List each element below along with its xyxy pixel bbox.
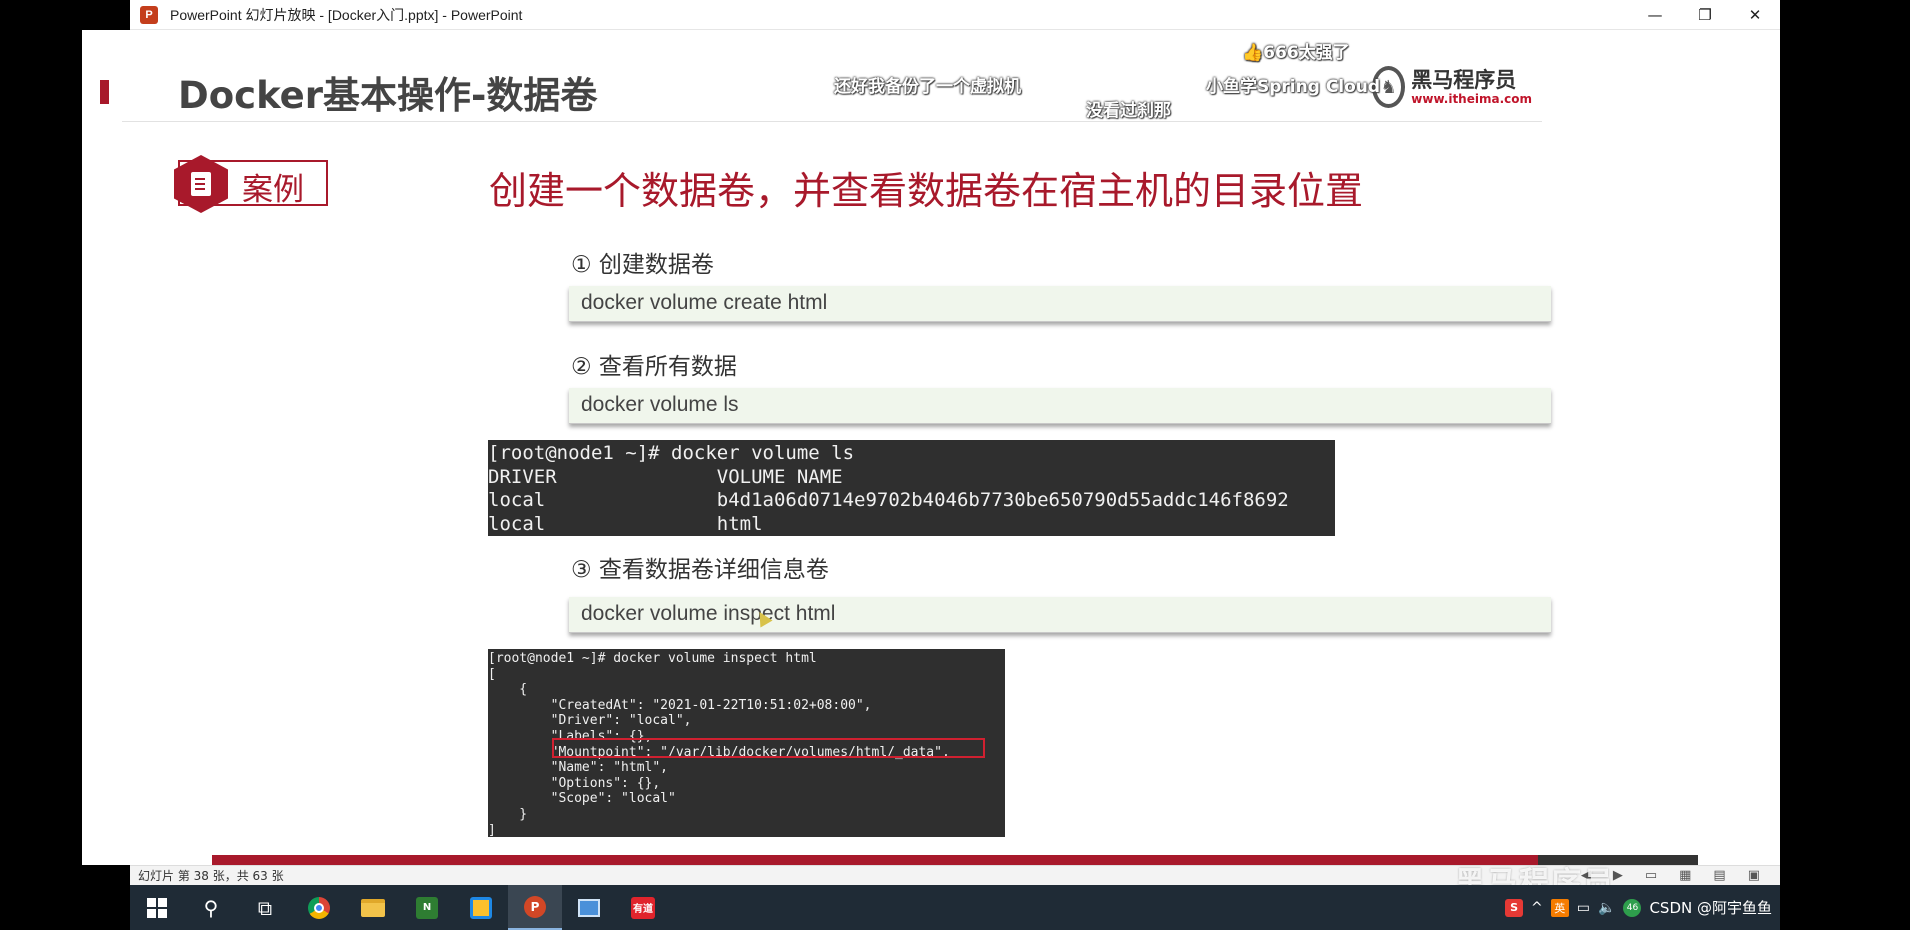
step-3-command-box: docker volume inspect html xyxy=(569,597,1551,633)
taskbar: ⚲ ⧉ N P 有道 S ^ 英 ▭ 🔈 46 CSDN @阿宇鱼鱼 xyxy=(130,885,1780,930)
input-language[interactable]: 英 xyxy=(1550,898,1569,917)
terminal-line: [ xyxy=(488,666,496,682)
step-3-command: docker volume inspect html xyxy=(581,602,836,625)
terminal-line: "Driver": "local", xyxy=(488,713,692,729)
danmaku-comment: 没看过刹那 xyxy=(1086,101,1171,121)
terminal-line: } xyxy=(488,806,528,822)
case-heading: 创建一个数据卷，并查看数据卷在宿主机的目录位置 xyxy=(489,169,1364,213)
slide-accent-red xyxy=(100,80,109,104)
volume-icon[interactable]: 🔈 xyxy=(1598,900,1615,916)
windows-icon xyxy=(147,897,167,918)
logo-name: 黑马程序员 xyxy=(1411,68,1517,92)
step-3-label: ③ 查看数据卷详细信息卷 xyxy=(571,557,829,583)
task-view-icon[interactable]: ⧉ xyxy=(238,885,292,930)
taskbar-youdao[interactable]: 有道 xyxy=(616,885,670,930)
terminal-line: "Options": {}, xyxy=(488,775,661,791)
sorter-view-icon[interactable]: ▦ xyxy=(1679,868,1691,883)
nb-icon: N xyxy=(416,896,438,919)
folder-icon xyxy=(361,898,385,917)
reading-view-icon[interactable]: ▤ xyxy=(1713,868,1725,883)
chrome-icon xyxy=(308,896,330,919)
window-title: PowerPoint 幻灯片放映 - [Docker入门.pptx] - Pow… xyxy=(170,6,523,23)
desktop: P PowerPoint 幻灯片放映 - [Docker入门.pptx] - P… xyxy=(0,0,1910,930)
taskbar-powerpoint[interactable]: P xyxy=(508,885,562,930)
terminal-volume-ls: [root@node1 ~]# docker volume ls DRIVER … xyxy=(488,440,1335,536)
system-tray: S ^ 英 ▭ 🔈 46 CSDN @阿宇鱼鱼 xyxy=(1505,885,1772,930)
terminal-line: "Name": "html", xyxy=(488,760,669,776)
slide[interactable]: Docker基本操作-数据卷 ♞ 黑马程序员 www.itheima.com 案… xyxy=(82,30,1568,865)
logo-text: 黑马程序员 www.itheima.com xyxy=(1411,68,1532,106)
terminal-line: [root@node1 ~]# docker volume inspect ht… xyxy=(488,651,817,666)
step-2-command-box: docker volume ls xyxy=(569,388,1551,424)
step-1-label: ① 创建数据卷 xyxy=(571,252,714,278)
notification-badge[interactable]: 46 xyxy=(1623,898,1642,917)
case-label: 案例 xyxy=(242,172,304,208)
title-bar[interactable]: P PowerPoint 幻灯片放映 - [Docker入门.pptx] - P… xyxy=(130,0,1780,30)
search-icon[interactable]: ⚲ xyxy=(184,885,238,930)
window-controls: — ❐ ✕ xyxy=(1630,0,1780,30)
slideshow-view-icon[interactable]: ▣ xyxy=(1748,868,1760,883)
normal-view-icon[interactable]: ▭ xyxy=(1645,868,1657,883)
title-divider xyxy=(122,121,1542,122)
powerpoint-icon: P xyxy=(524,895,546,918)
csdn-watermark: CSDN @阿宇鱼鱼 xyxy=(1649,899,1772,917)
terminal-line: ] xyxy=(488,822,496,838)
terminal-line: "Scope": "local" xyxy=(488,791,676,807)
taskbar-virtual-machine[interactable] xyxy=(562,885,616,930)
slide-counter: 幻灯片 第 38 张，共 63 张 xyxy=(138,869,284,883)
itheima-logo: ♞ 黑马程序员 www.itheima.com xyxy=(1372,62,1532,112)
close-button[interactable]: ✕ xyxy=(1730,0,1780,30)
taskbar-image-app[interactable] xyxy=(454,885,508,930)
danmaku-comment: 小鱼学Spring Cloud xyxy=(1206,77,1381,97)
minimize-button[interactable]: — xyxy=(1630,0,1680,30)
terminal-line: local html xyxy=(488,512,763,535)
youdao-icon: 有道 xyxy=(631,896,655,919)
terminal-line: DRIVER VOLUME NAME xyxy=(488,465,843,488)
vm-icon xyxy=(578,898,600,917)
step-1-command-box: docker volume create html xyxy=(569,286,1551,322)
powerpoint-app-icon: P xyxy=(140,5,158,24)
step-1-command: docker volume create html xyxy=(581,291,828,314)
slide-title: Docker基本操作-数据卷 xyxy=(178,74,598,117)
mountpoint-highlight xyxy=(552,738,985,758)
danmaku-comment: 👍666太强了 xyxy=(1242,43,1350,63)
sogou-icon[interactable]: S xyxy=(1505,898,1524,917)
taskbar-notepad-plus[interactable]: N xyxy=(400,885,454,930)
restore-button[interactable]: ❐ xyxy=(1680,0,1730,30)
step-2-label: ② 查看所有数据 xyxy=(571,354,737,380)
slide-accent-bar xyxy=(84,78,92,104)
danmaku-comment: 还好我备份了一个虚拟机 xyxy=(834,77,1021,97)
step-2-command: docker volume ls xyxy=(581,393,739,416)
start-button[interactable] xyxy=(130,885,184,930)
terminal-line: [root@node1 ~]# docker volume ls xyxy=(488,442,855,464)
logo-url: www.itheima.com xyxy=(1411,92,1532,106)
taskbar-file-explorer[interactable] xyxy=(346,885,400,930)
taskbar-chrome[interactable] xyxy=(292,885,346,930)
chevron-up-icon[interactable]: ^ xyxy=(1531,900,1543,916)
image-app-icon xyxy=(470,896,492,919)
terminal-line: "CreatedAt": "2021-01-22T10:51:02+08:00"… xyxy=(488,697,872,713)
network-icon[interactable]: ▭ xyxy=(1577,900,1590,916)
terminal-line: local b4d1a06d0714e9702b4046b7730be65079… xyxy=(488,489,1289,511)
terminal-line: { xyxy=(488,682,528,698)
